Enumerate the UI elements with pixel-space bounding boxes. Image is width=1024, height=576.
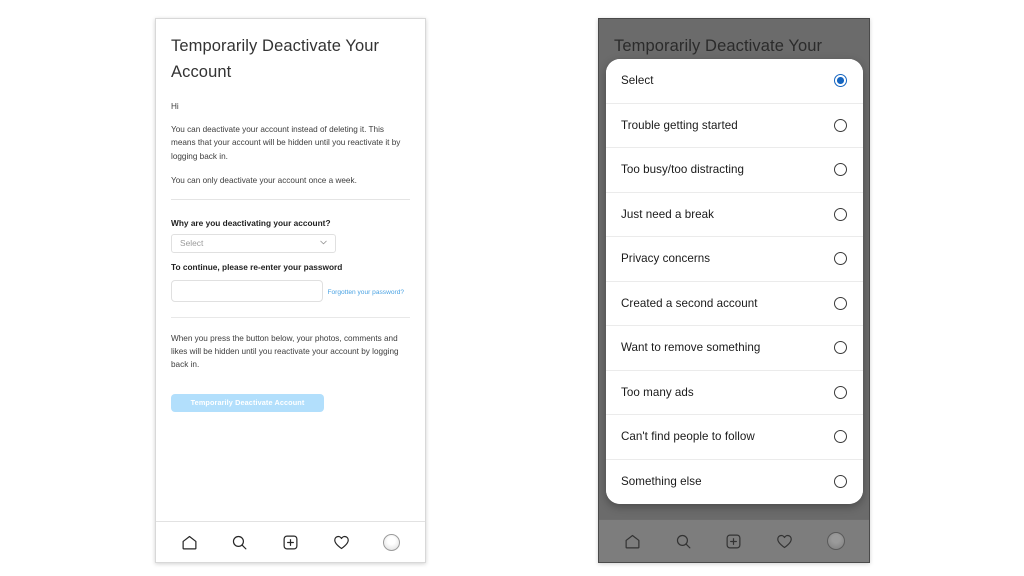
heart-icon bbox=[333, 534, 350, 551]
password-input[interactable] bbox=[171, 279, 323, 302]
nav-activity-button[interactable] bbox=[770, 526, 800, 556]
search-icon bbox=[231, 534, 248, 551]
radio-button-icon[interactable] bbox=[834, 296, 847, 310]
option-row[interactable]: Just need a break bbox=[606, 192, 863, 237]
greeting-text: Hi bbox=[171, 102, 179, 111]
screenshot-stage: Temporarily Deactivate Your Account Hi Y… bbox=[0, 0, 1024, 576]
left-screen: Temporarily Deactivate Your Account Hi Y… bbox=[156, 19, 425, 521]
option-row[interactable]: Can't find people to follow bbox=[606, 415, 863, 460]
nav-create-button[interactable] bbox=[275, 527, 305, 557]
option-label: Privacy concerns bbox=[621, 252, 711, 266]
nav-search-button[interactable] bbox=[225, 527, 255, 557]
page-title-dimmed: Temporarily Deactivate Your bbox=[614, 37, 823, 55]
option-label: Select bbox=[621, 74, 654, 88]
radio-button-icon[interactable] bbox=[834, 207, 847, 221]
forgot-password-link[interactable]: Forgotten your password? bbox=[327, 289, 404, 296]
once-a-week-paragraph: You can only deactivate your account onc… bbox=[171, 176, 357, 186]
nav-home-button[interactable] bbox=[174, 527, 204, 557]
option-label: Too many ads bbox=[621, 385, 694, 399]
option-label: Want to remove something bbox=[621, 341, 761, 355]
home-icon bbox=[181, 534, 198, 551]
phone-right: Temporarily Deactivate Your Select Troubl… bbox=[598, 18, 870, 563]
option-row[interactable]: Trouble getting started bbox=[606, 103, 863, 148]
option-row[interactable]: Too many ads bbox=[606, 370, 863, 415]
option-row[interactable]: Something else bbox=[606, 459, 863, 504]
temporarily-deactivate-account-button[interactable]: Temporarily Deactivate Account bbox=[171, 393, 324, 412]
option-row[interactable]: Want to remove something bbox=[606, 326, 863, 371]
nav-activity-button[interactable] bbox=[326, 527, 356, 557]
right-screen-scrim[interactable]: Temporarily Deactivate Your Select Troubl… bbox=[599, 19, 869, 519]
bottom-nav-right bbox=[599, 519, 869, 562]
option-row[interactable]: Too busy/too distracting bbox=[606, 148, 863, 193]
search-icon bbox=[675, 533, 692, 550]
option-label: Trouble getting started bbox=[621, 118, 738, 132]
nav-home-button[interactable] bbox=[617, 526, 647, 556]
reason-label: Why are you deactivating your account? bbox=[171, 217, 331, 228]
option-label: Something else bbox=[621, 475, 702, 489]
nav-profile-button[interactable] bbox=[377, 527, 407, 557]
radio-button-icon[interactable] bbox=[834, 163, 847, 177]
nav-profile-button[interactable] bbox=[821, 526, 851, 556]
radio-button-icon[interactable] bbox=[834, 430, 847, 444]
chevron-down-icon bbox=[320, 239, 327, 246]
home-icon bbox=[624, 533, 641, 550]
radio-button-icon[interactable] bbox=[834, 341, 847, 355]
avatar-icon bbox=[383, 533, 401, 551]
option-label: Just need a break bbox=[621, 207, 715, 221]
heart-icon bbox=[776, 533, 793, 550]
reason-select-value: Select bbox=[180, 238, 204, 249]
deactivate-info-paragraph: You can deactivate your account instead … bbox=[171, 125, 401, 161]
password-label: To continue, please re-enter your passwo… bbox=[171, 261, 343, 272]
option-row[interactable]: Privacy concerns bbox=[606, 237, 863, 282]
bottom-nav-left bbox=[156, 521, 425, 562]
plus-square-icon bbox=[282, 534, 299, 551]
phone-left: Temporarily Deactivate Your Account Hi Y… bbox=[155, 18, 426, 563]
nav-create-button[interactable] bbox=[719, 526, 749, 556]
avatar-icon bbox=[826, 532, 845, 550]
radio-button-icon[interactable] bbox=[834, 118, 847, 132]
radio-button-icon[interactable] bbox=[834, 475, 847, 489]
page-title: Temporarily Deactivate Your Account bbox=[171, 37, 380, 81]
press-button-paragraph: When you press the button below, your ph… bbox=[171, 333, 399, 370]
divider-top bbox=[171, 198, 410, 200]
option-row[interactable]: Select bbox=[606, 59, 863, 104]
option-label: Can't find people to follow bbox=[621, 430, 755, 444]
nav-search-button[interactable] bbox=[668, 526, 698, 556]
radio-button-icon[interactable] bbox=[834, 385, 847, 399]
reason-select[interactable]: Select bbox=[171, 233, 336, 253]
reason-options-card: Select Trouble getting started Too busy/to… bbox=[606, 59, 863, 504]
radio-button-selected-icon[interactable] bbox=[834, 74, 847, 88]
plus-square-icon bbox=[725, 533, 742, 550]
divider-bottom bbox=[171, 316, 410, 318]
option-label: Created a second account bbox=[621, 296, 758, 310]
option-row[interactable]: Created a second account bbox=[606, 281, 863, 326]
option-label: Too busy/too distracting bbox=[621, 163, 745, 177]
radio-button-icon[interactable] bbox=[834, 252, 847, 266]
